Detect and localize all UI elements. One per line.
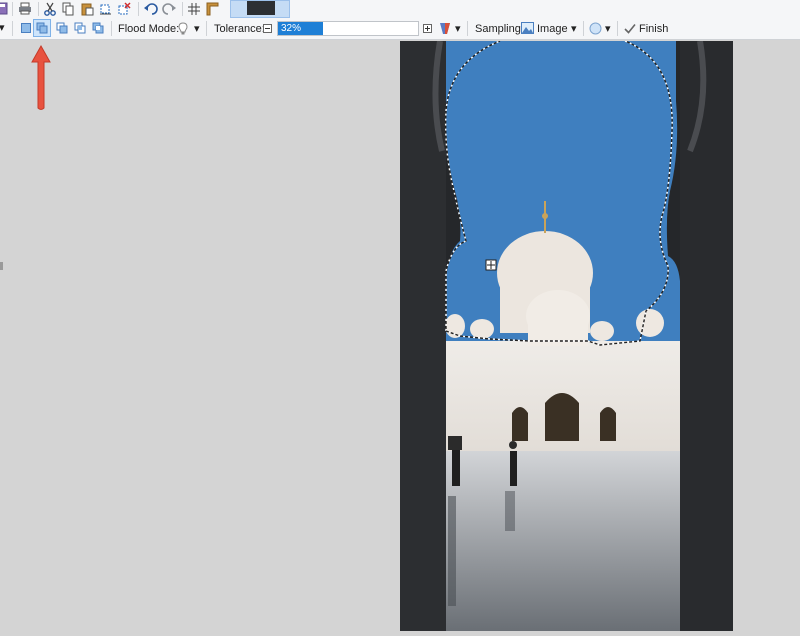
flood-mode-bulb-icon[interactable] (178, 22, 188, 35)
ruler-icon[interactable] (206, 2, 219, 16)
tolerance-decrease-icon[interactable] (263, 24, 272, 33)
sampling-dropdown-arrow[interactable]: ▾ (571, 22, 577, 35)
main-toolbar (0, 0, 800, 19)
cut-icon[interactable] (44, 2, 56, 16)
tolerance-label: Tolerance: (214, 23, 265, 35)
mosque-photo (400, 41, 733, 631)
image-tab-thumbnail[interactable] (230, 0, 290, 18)
exclude-mode-icon[interactable] (56, 22, 68, 34)
union-mode-icon (36, 22, 48, 34)
deselect-icon[interactable] (118, 2, 131, 16)
blend-mode-dropdown-arrow[interactable]: ▾ (455, 22, 461, 35)
redo-icon[interactable] (162, 3, 176, 15)
flood-mode-label: Flood Mode: (118, 23, 180, 35)
tool-dropdown-arrow[interactable]: ▾ (0, 21, 5, 34)
finish-check-icon[interactable] (624, 23, 636, 34)
save-icon[interactable] (0, 2, 8, 15)
tolerance-value: 32% (281, 23, 302, 34)
antialiasing-dropdown-arrow[interactable]: ▾ (605, 22, 611, 35)
paste-icon[interactable] (81, 2, 94, 16)
sampling-dropdown[interactable]: Image (537, 23, 568, 35)
sampling-image-icon (521, 22, 534, 34)
antialiasing-icon[interactable] (589, 22, 602, 35)
xor-mode-icon[interactable] (92, 22, 104, 34)
undo-icon[interactable] (144, 3, 158, 15)
canvas-image[interactable] (400, 41, 733, 631)
flood-mode-dropdown-arrow[interactable]: ▾ (194, 22, 200, 35)
canvas-ruler-marker (0, 262, 3, 270)
grid-icon[interactable] (188, 3, 200, 15)
sampling-label: Sampling: (475, 23, 524, 35)
copy-icon[interactable] (62, 2, 75, 16)
intersect-mode-icon[interactable] (74, 22, 86, 34)
crop-to-selection-icon[interactable] (99, 2, 112, 16)
annotation-arrow-icon (31, 44, 51, 110)
replace-mode-icon[interactable] (20, 22, 32, 34)
tolerance-slider[interactable]: 32% (277, 21, 419, 36)
blend-mode-icon[interactable] (439, 22, 451, 35)
finish-button[interactable]: Finish (639, 23, 668, 35)
tolerance-increase-icon[interactable] (423, 24, 432, 33)
print-icon[interactable] (18, 2, 32, 15)
